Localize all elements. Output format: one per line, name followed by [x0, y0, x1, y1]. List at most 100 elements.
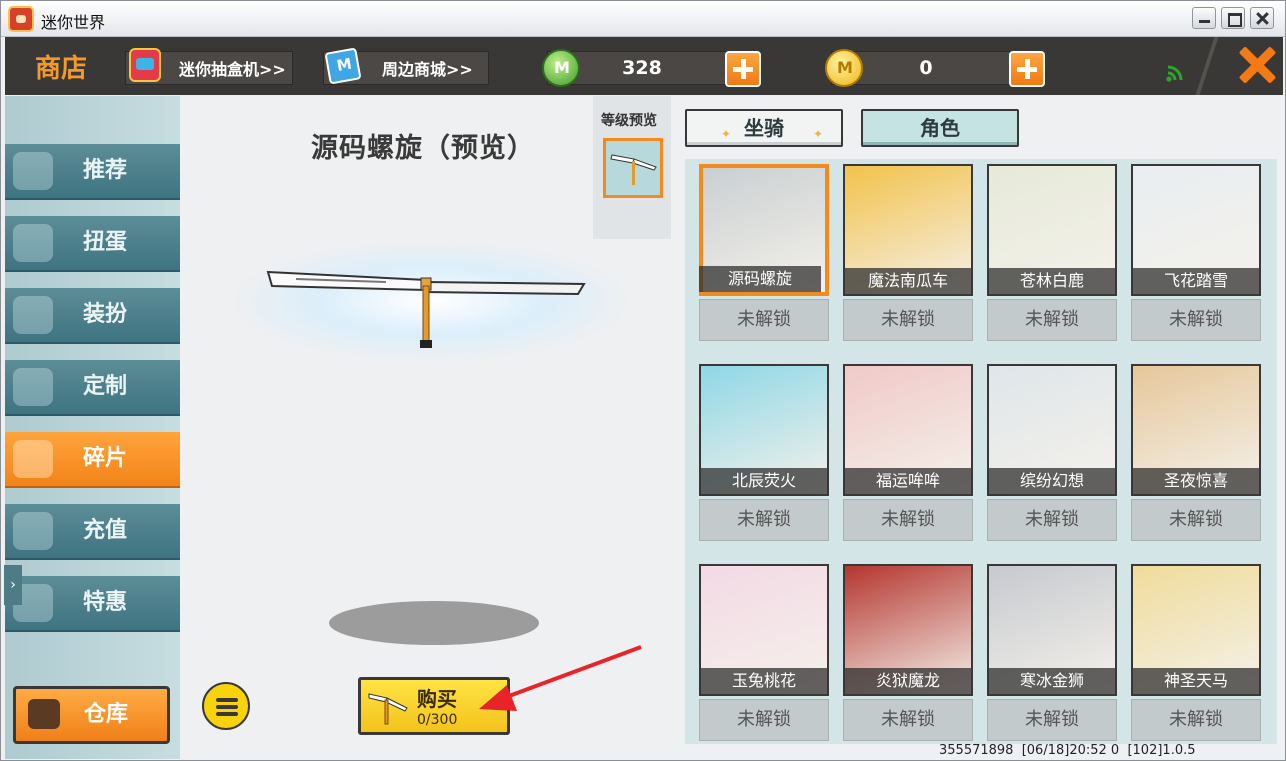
item-lock-status: 未解锁 — [1131, 499, 1261, 541]
title-bar: 迷你世界 — [1, 1, 1285, 37]
window-title: 迷你世界 — [41, 13, 106, 32]
merch-mall-label: 周边商城>> — [382, 60, 473, 79]
item-card[interactable]: 寒冰金狮 未解锁 — [987, 564, 1117, 744]
item-name: 玉兔桃花 — [701, 668, 827, 694]
item-card[interactable]: 飞花踏雪 未解锁 — [1131, 164, 1261, 344]
sidebar-item-label: 推荐 — [83, 158, 128, 183]
sidebar-item-fragments[interactable]: 碎片 — [5, 432, 180, 488]
fragment-icon — [13, 440, 53, 478]
sidebar-item-recharge[interactable]: 充值 — [5, 504, 180, 560]
item-card[interactable]: 魔法南瓜车 未解锁 — [843, 164, 973, 344]
item-name: 福运哞哞 — [845, 468, 971, 494]
red-arrow-annotation — [479, 645, 642, 711]
timestamp: [06/18]20:52 0 — [1021, 743, 1120, 758]
tab-role-label: 角色 — [920, 116, 960, 140]
item-lock-status: 未解锁 — [843, 499, 973, 541]
buy-label: 购买 — [417, 687, 457, 711]
item-lock-status: 未解锁 — [1131, 299, 1261, 341]
sidebar-item-custom[interactable]: 定制 — [5, 360, 180, 416]
item-card[interactable]: 福运哞哞 未解锁 — [843, 364, 973, 544]
item-lock-status: 未解锁 — [987, 699, 1117, 741]
sidebar-item-recommend[interactable]: 推荐 — [5, 144, 180, 200]
shop-title: 商店 — [35, 54, 88, 84]
shop-close-button[interactable] — [1237, 45, 1277, 85]
gold-coin-icon — [825, 49, 863, 87]
item-name: 缤纷幻想 — [989, 468, 1115, 494]
item-card[interactable]: 炎狱魔龙 未解锁 — [843, 564, 973, 744]
item-name: 炎狱魔龙 — [845, 668, 971, 694]
sparkle-icon: ✦ — [813, 127, 824, 141]
preview-title: 源码螺旋（预览） — [311, 133, 535, 164]
chevron-right-icon[interactable]: › — [4, 565, 22, 605]
item-card[interactable]: 神圣天马 未解锁 — [1131, 564, 1261, 744]
maximize-button[interactable] — [1221, 7, 1245, 29]
sidebar-item-label: 特惠 — [83, 590, 128, 615]
item-card[interactable]: 源码螺旋 未解锁 — [699, 164, 829, 344]
network-signal-icon — [1166, 65, 1183, 82]
warehouse-label: 仓库 — [84, 702, 129, 727]
item-name: 北辰荧火 — [701, 468, 827, 494]
app-logo-icon — [8, 6, 34, 32]
item-name: 源码螺旋 — [699, 266, 821, 292]
item-card[interactable]: 圣夜惊喜 未解锁 — [1131, 364, 1261, 544]
list-menu-button[interactable] — [202, 682, 250, 730]
blindbox-link-label: 迷你抽盒机>> — [179, 60, 286, 79]
coin-stack-icon — [13, 512, 53, 550]
sidebar-item-gacha[interactable]: 扭蛋 — [5, 216, 180, 272]
tab-role[interactable]: 角色 — [861, 109, 1019, 147]
level-preview-panel: 等级预览 — [593, 96, 671, 239]
sidebar-item-label: 充值 — [83, 518, 128, 543]
level-preview-label: 等级预览 — [601, 113, 657, 129]
item-card[interactable]: 缤纷幻想 未解锁 — [987, 364, 1117, 544]
item-lock-status: 未解锁 — [987, 499, 1117, 541]
chest-icon — [28, 699, 60, 729]
item-name: 飞花踏雪 — [1133, 268, 1259, 294]
level-preview-thumbnail[interactable] — [603, 138, 663, 198]
item-name: 神圣天马 — [1133, 668, 1259, 694]
sidebar-item-label: 定制 — [83, 374, 128, 399]
sidebar-item-deals[interactable]: 特惠 — [5, 576, 180, 632]
item-lock-status: 未解锁 — [699, 699, 829, 741]
thumbs-up-icon — [13, 152, 53, 190]
item-lock-status: 未解锁 — [1131, 699, 1261, 741]
pencil-icon — [13, 368, 53, 406]
item-name: 苍林白鹿 — [989, 268, 1115, 294]
add-gold-coin-button[interactable] — [1009, 51, 1045, 87]
blindbox-link[interactable]: 迷你抽盒机>> — [125, 48, 293, 85]
shopping-bag-icon — [324, 47, 362, 85]
item-card[interactable]: 玉兔桃花 未解锁 — [699, 564, 829, 744]
warehouse-button[interactable]: 仓库 — [13, 686, 170, 744]
item-name: 寒冰金狮 — [989, 668, 1115, 694]
sidebar-item-outfit[interactable]: 装扮 — [5, 288, 180, 344]
minimize-button[interactable] — [1192, 7, 1216, 29]
mini-coin-icon — [542, 49, 580, 87]
propeller-icon — [368, 693, 408, 725]
merch-mall-link[interactable]: 周边商城>> — [323, 47, 489, 85]
sidebar-item-label: 碎片 — [83, 446, 128, 471]
window-close-button[interactable] — [1250, 7, 1274, 29]
item-card[interactable]: 苍林白鹿 未解锁 — [987, 164, 1117, 344]
tab-mount-label: 坐骑 — [744, 116, 784, 140]
sparkle-icon: ✦ — [721, 127, 732, 141]
item-lock-status: 未解锁 — [843, 699, 973, 741]
add-mini-coin-button[interactable] — [725, 51, 761, 87]
version: [102]1.0.5 — [1127, 743, 1196, 758]
item-lock-status: 未解锁 — [699, 499, 829, 541]
status-line: 355571898 [06/18]20:52 0 [102]1.0.5 — [939, 743, 1196, 758]
item-name: 圣夜惊喜 — [1133, 468, 1259, 494]
top-bar-divider — [1195, 37, 1219, 95]
app-window: 迷你世界 商店 迷你抽盒机>> 周边商城>> 328 0 推荐 扭蛋 装扮 — [0, 0, 1286, 761]
user-id: 355571898 — [939, 743, 1014, 758]
item-name: 魔法南瓜车 — [845, 268, 971, 294]
item-card[interactable]: 北辰荧火 未解锁 — [699, 364, 829, 544]
item-grid: 源码螺旋 未解锁 魔法南瓜车 未解锁 苍林白鹿 未解锁 飞花踏雪 未解锁 北辰荧火 未解锁 福运哞哞… — [685, 159, 1277, 744]
shirt-icon — [13, 296, 53, 334]
propeller-mount-model — [266, 270, 586, 348]
blindbox-machine-icon — [129, 48, 161, 82]
shop-top-bar: 商店 迷你抽盒机>> 周边商城>> 328 0 — [5, 37, 1283, 95]
item-lock-status: 未解锁 — [987, 299, 1117, 341]
sidebar-item-label: 扭蛋 — [83, 230, 128, 255]
capsule-icon — [13, 224, 53, 262]
tab-mount[interactable]: ✦ 坐骑 ✦ — [685, 109, 843, 147]
model-shadow — [329, 601, 539, 645]
